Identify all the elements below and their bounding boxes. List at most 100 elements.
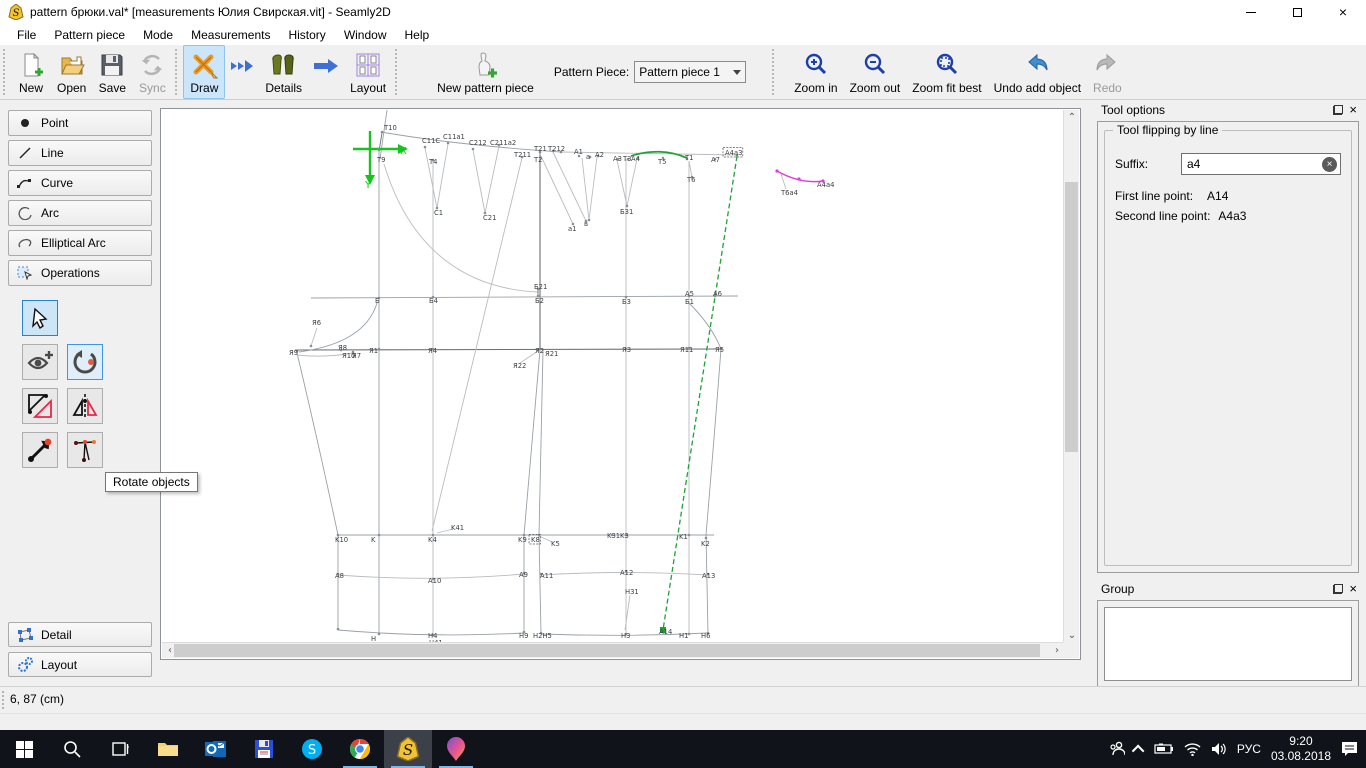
pattern-point[interactable] <box>378 534 381 537</box>
point-label[interactable]: C211a2 <box>490 139 516 147</box>
group-button-elliptical-arc[interactable]: Elliptical Arc <box>8 230 152 256</box>
point-label[interactable]: Б1 <box>685 298 694 306</box>
point-label[interactable]: K41 <box>451 524 464 532</box>
redo-button[interactable]: Redo <box>1087 45 1128 99</box>
horizontal-scrollbar[interactable]: ‹ › <box>162 642 1065 658</box>
pattern-path[interactable] <box>380 110 387 159</box>
point-label[interactable]: T4 <box>428 158 437 166</box>
new-button[interactable]: New <box>11 45 51 99</box>
scroll-up-arrow[interactable]: ⌃ <box>1064 110 1080 126</box>
point-label[interactable]: в <box>584 220 588 228</box>
group-button-line[interactable]: Line <box>8 140 152 166</box>
point-label[interactable]: A1 <box>574 148 583 156</box>
details-mode-button[interactable]: Details <box>259 45 308 99</box>
menu-mode[interactable]: Mode <box>134 26 182 44</box>
pattern-piece-combobox[interactable]: Pattern piece 1 <box>634 61 746 83</box>
file-explorer-button[interactable] <box>144 730 192 768</box>
pattern-path[interactable] <box>432 158 522 531</box>
select-tool-button[interactable] <box>22 300 58 336</box>
point-label[interactable]: A2 <box>595 151 604 159</box>
point-label[interactable]: T5 <box>657 158 666 166</box>
group-button-operations[interactable]: Operations <box>8 260 152 286</box>
pattern-point[interactable] <box>381 131 384 134</box>
point-label[interactable]: T10 <box>383 124 397 132</box>
pattern-path[interactable] <box>663 156 737 630</box>
group-float-icon[interactable] <box>1333 584 1343 594</box>
menu-file[interactable]: File <box>8 26 45 44</box>
point-label[interactable]: H6 <box>701 632 710 640</box>
draw-mode-button[interactable]: Draw <box>183 45 225 99</box>
point-label[interactable]: Я5 <box>715 346 724 354</box>
point-label[interactable]: Я9 <box>289 349 298 357</box>
pattern-path[interactable] <box>384 164 538 292</box>
zoom-fit-best-button[interactable]: Zoom fit best <box>906 45 987 99</box>
point-label[interactable]: Я4 <box>428 347 437 355</box>
flip-by-line-tool-button[interactable] <box>67 388 103 424</box>
menu-history[interactable]: History <box>279 26 334 44</box>
point-label[interactable]: T212 <box>547 145 565 153</box>
zoom-out-button[interactable]: Zoom out <box>844 45 907 99</box>
flip-by-axis-tool-button[interactable] <box>22 388 58 424</box>
tray-expand-icon[interactable] <box>1132 744 1145 757</box>
pattern-path[interactable] <box>539 350 543 634</box>
point-label[interactable]: K31 <box>607 532 620 540</box>
point-label[interactable]: T9 <box>376 156 385 164</box>
menu-window[interactable]: Window <box>335 26 396 44</box>
point-label[interactable]: H3 <box>621 632 630 640</box>
menu-measurements[interactable]: Measurements <box>182 26 279 44</box>
zoom-in-button[interactable]: Zoom in <box>788 45 843 99</box>
point-label[interactable]: A12 <box>620 569 633 577</box>
point-label[interactable]: K1 <box>679 533 688 541</box>
pattern-path[interactable] <box>524 350 540 633</box>
pattern-path[interactable] <box>617 159 637 206</box>
skype-button[interactable]: S <box>288 730 336 768</box>
floppy-app-button[interactable] <box>240 730 288 768</box>
point-label[interactable]: Я11 <box>680 346 693 354</box>
point-label[interactable]: A9 <box>519 571 528 579</box>
point-label[interactable]: K8 <box>531 536 540 544</box>
true-darts-tool-button[interactable] <box>67 432 103 468</box>
point-label[interactable]: a1 <box>568 225 577 233</box>
pattern-path[interactable] <box>706 349 721 535</box>
point-label[interactable]: K2 <box>701 540 710 548</box>
taskbar-clock[interactable]: 9:20 03.08.2018 <box>1271 734 1331 764</box>
pattern-point[interactable] <box>472 148 475 151</box>
speaker-icon[interactable] <box>1211 742 1227 756</box>
pattern-point[interactable] <box>626 205 629 208</box>
group-button-curve[interactable]: Curve <box>8 170 152 196</box>
group-button-arc[interactable]: Arc <box>8 200 152 226</box>
point-label[interactable]: Я2 <box>535 347 544 355</box>
pattern-path[interactable] <box>582 157 597 220</box>
menu-help[interactable]: Help <box>396 26 439 44</box>
pattern-point[interactable] <box>588 219 591 222</box>
point-label[interactable]: Б4 <box>429 297 438 305</box>
outlook-button[interactable] <box>192 730 240 768</box>
clear-suffix-icon[interactable]: × <box>1322 157 1337 172</box>
point-label[interactable]: А6 <box>713 290 722 298</box>
point-label[interactable]: Я22 <box>513 362 526 370</box>
pattern-path[interactable] <box>311 328 317 346</box>
restore-button[interactable] <box>1274 0 1320 24</box>
pin-app-button[interactable] <box>432 730 480 768</box>
point-label[interactable]: K3 <box>620 532 629 540</box>
point-label[interactable]: Б2 <box>535 297 544 305</box>
point-label[interactable]: H2H5 <box>533 632 552 640</box>
point-label[interactable]: H31 <box>625 588 639 596</box>
pattern-point[interactable] <box>378 348 381 351</box>
pattern-path[interactable] <box>473 146 499 213</box>
pattern-path[interactable] <box>781 174 786 189</box>
pattern-point[interactable] <box>378 149 381 152</box>
point-label[interactable]: Я3 <box>622 346 631 354</box>
pattern-path[interactable] <box>689 303 721 349</box>
detail-button[interactable]: Detail <box>8 622 152 647</box>
point-label[interactable]: T211 <box>513 151 531 159</box>
point-label[interactable]: T6a4 <box>780 189 798 197</box>
new-pattern-piece-button[interactable]: New pattern piece <box>431 45 540 99</box>
point-label[interactable]: Я6 <box>312 319 321 327</box>
group-close-icon[interactable]: × <box>1349 584 1357 594</box>
point-label[interactable]: X <box>400 146 407 157</box>
point-label[interactable]: T2 <box>533 156 542 164</box>
taskbar-search-button[interactable] <box>48 730 96 768</box>
pattern-point[interactable] <box>775 169 778 172</box>
point-label[interactable]: Я21 <box>545 350 558 358</box>
